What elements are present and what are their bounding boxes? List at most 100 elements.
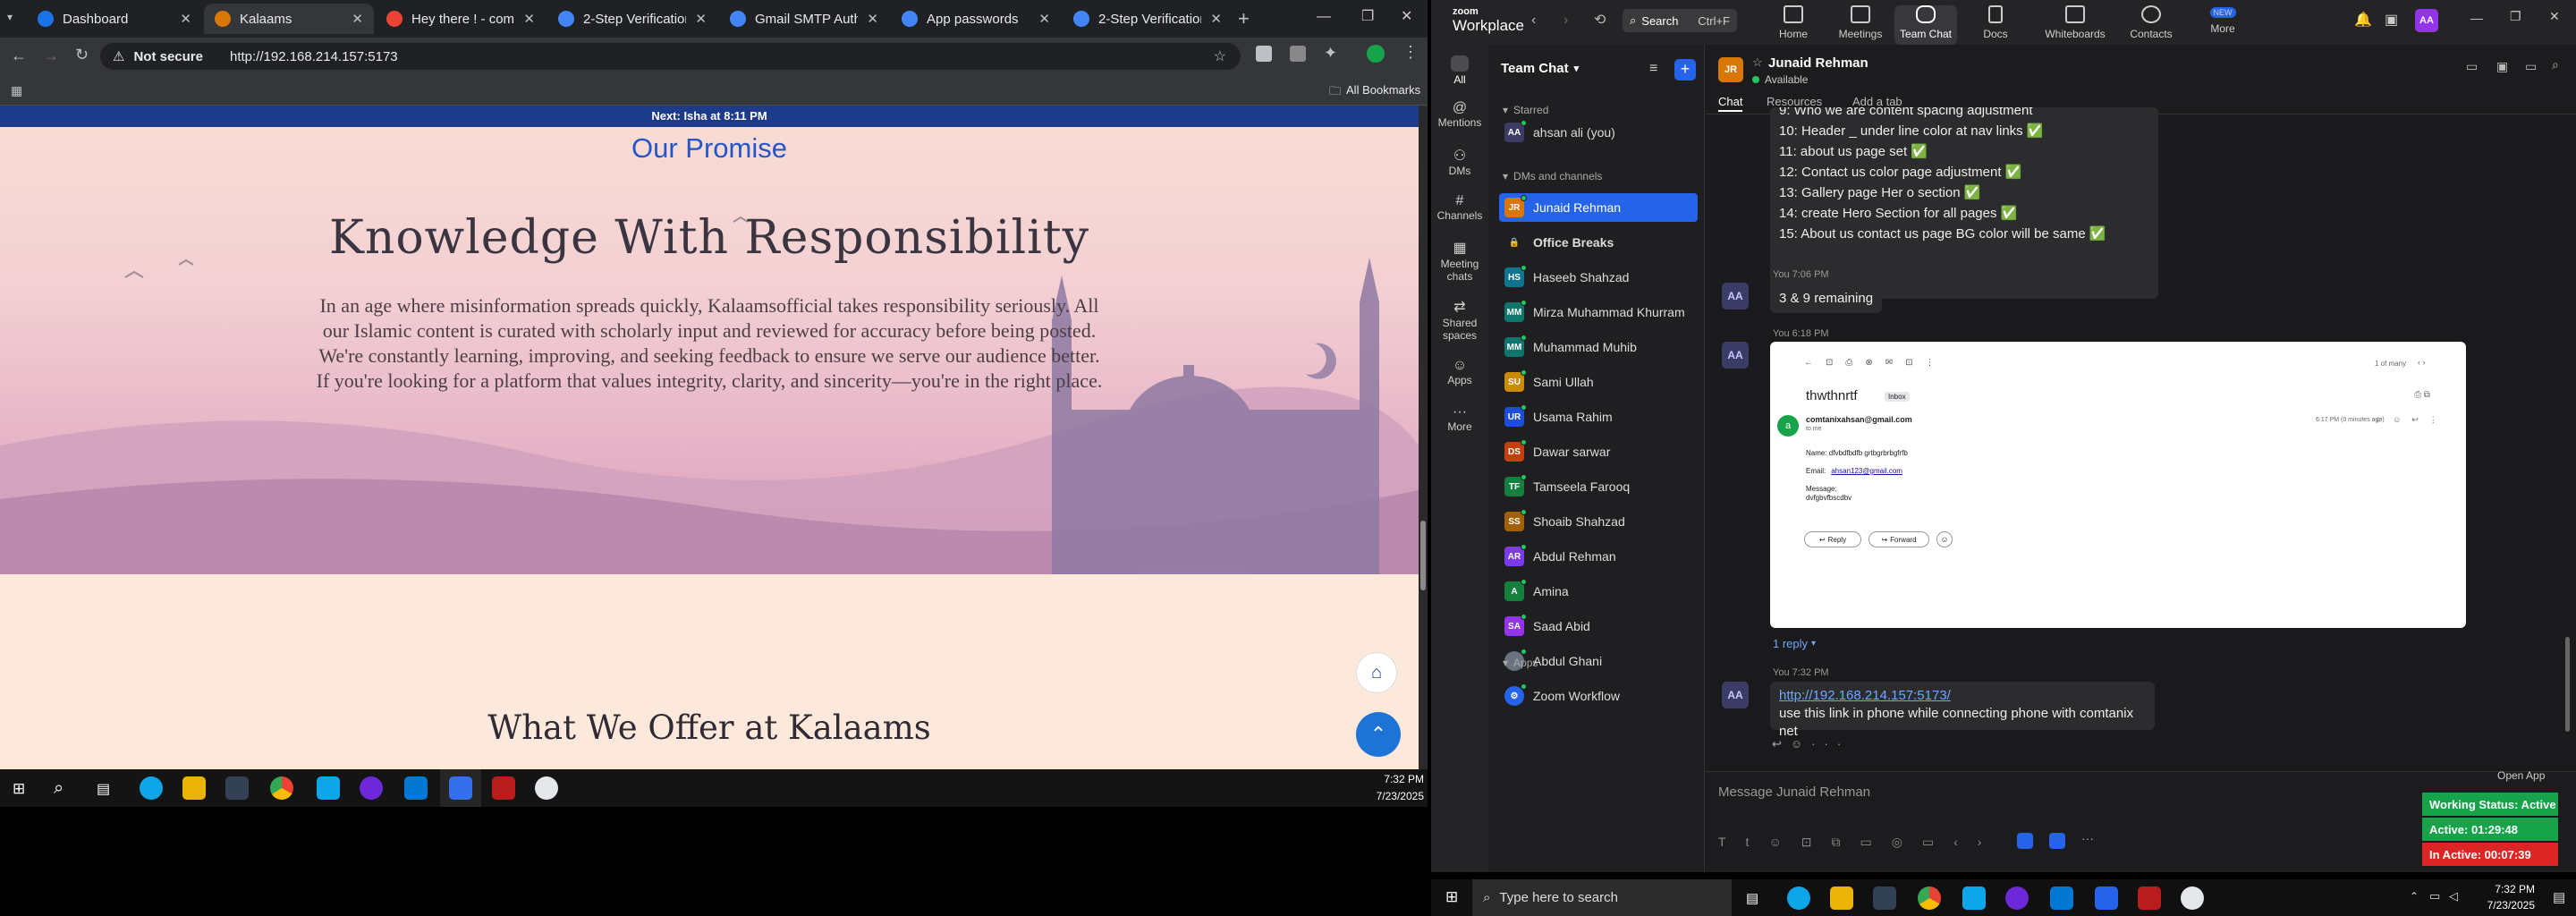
- chrome-icon[interactable]: [1918, 886, 1941, 910]
- nav-meetings[interactable]: Meetings: [1829, 5, 1892, 40]
- nav-more[interactable]: NEW More: [2191, 5, 2254, 35]
- rail-apps[interactable]: ☺ Apps: [1431, 358, 1488, 386]
- close-icon[interactable]: ✕: [523, 11, 535, 27]
- menu-kebab-icon[interactable]: ⋮: [1402, 43, 1419, 62]
- windows-start-icon[interactable]: ⊞: [1445, 888, 1458, 906]
- browser-tab-active[interactable]: Kalaams ✕: [204, 4, 374, 34]
- rail-meeting-chats[interactable]: ▦ Meeting chats: [1431, 240, 1488, 283]
- taskbar-search-box[interactable]: ⌕ Type here to search: [1472, 879, 1732, 916]
- page-scrollbar[interactable]: [1419, 106, 1428, 769]
- bookmark-star-icon[interactable]: ☆: [1214, 47, 1226, 65]
- rail-more[interactable]: ··· More: [1431, 404, 1488, 433]
- browser-tab[interactable]: Gmail SMTP Authentic ✕: [719, 4, 889, 34]
- tab-chat[interactable]: Chat: [1718, 95, 1743, 112]
- contact-item[interactable]: DS Dawar sarwar: [1499, 437, 1698, 466]
- nav-whiteboards[interactable]: Whiteboards: [2039, 5, 2111, 40]
- contact-item[interactable]: SA Saad Abid: [1499, 612, 1698, 640]
- clock-right[interactable]: 7:32 PM 7/23/2025: [2469, 881, 2535, 913]
- rail-channels[interactable]: # Channels: [1431, 193, 1488, 222]
- new-tab-button[interactable]: +: [1238, 7, 1250, 30]
- screenshot-icon[interactable]: [2017, 833, 2033, 849]
- minimize-button[interactable]: —: [1317, 9, 1331, 25]
- github-icon[interactable]: [2005, 886, 2029, 910]
- contact-item[interactable]: MM Muhammad Muhib: [1499, 333, 1698, 361]
- url-text[interactable]: http://192.168.214.157:5173: [230, 49, 398, 64]
- record-icon[interactable]: [2049, 833, 2065, 849]
- mosque-floating-button[interactable]: ⌂: [1356, 652, 1397, 693]
- github-icon[interactable]: [360, 776, 383, 800]
- close-window-button[interactable]: ✕: [1401, 7, 1412, 25]
- contact-item[interactable]: JR Junaid Rehman: [1499, 193, 1698, 222]
- replies-link[interactable]: 1 reply ▾: [1773, 637, 1816, 650]
- app-icon[interactable]: [317, 776, 340, 800]
- close-window-button[interactable]: ✕: [2549, 9, 2560, 24]
- nav-home[interactable]: Home: [1762, 5, 1825, 40]
- close-icon[interactable]: ✕: [1038, 11, 1050, 27]
- screen-icon[interactable]: ▭: [2525, 59, 2537, 74]
- minimize-button[interactable]: —: [2470, 11, 2483, 25]
- app-icon[interactable]: [492, 776, 515, 800]
- star-icon[interactable]: ☆: [1752, 55, 1763, 70]
- nav-docs[interactable]: Docs: [1964, 5, 2027, 40]
- video-icon[interactable]: ▭: [2466, 59, 2478, 74]
- rail-all[interactable]: All: [1431, 50, 1488, 91]
- windows-start-icon[interactable]: ⊞: [13, 780, 25, 798]
- compose-button[interactable]: +: [1674, 59, 1696, 81]
- maximize-button[interactable]: ❐: [2510, 9, 2521, 24]
- search-box[interactable]: ⌕ Search Ctrl+F: [1623, 9, 1737, 32]
- contact-ahsan-ali[interactable]: AA ahsan ali (you): [1499, 118, 1698, 147]
- chrome-icon[interactable]: [270, 776, 293, 800]
- clock-left[interactable]: 7:32 PM 7/23/2025: [1360, 771, 1424, 805]
- task-view-icon[interactable]: ▤: [97, 780, 110, 798]
- contact-item[interactable]: HS Haseeb Shahzad: [1499, 263, 1698, 292]
- section-apps[interactable]: ▾ Apps: [1503, 657, 1538, 669]
- chat-contact-name[interactable]: Junaid Rehman: [1768, 55, 1868, 71]
- close-icon[interactable]: ✕: [695, 11, 707, 27]
- vscode-icon[interactable]: [404, 776, 428, 800]
- forward-icon[interactable]: →: [43, 47, 59, 65]
- message-input[interactable]: Message Junaid Rehman: [1718, 785, 2434, 800]
- scrollbar-thumb[interactable]: [1420, 521, 1426, 590]
- close-icon[interactable]: ✕: [1210, 11, 1222, 27]
- contact-item[interactable]: UR Usama Rahim: [1499, 403, 1698, 431]
- contact-item[interactable]: SU Sami Ullah: [1499, 368, 1698, 396]
- scroll-to-top-button[interactable]: ⌃: [1356, 712, 1401, 757]
- message-reactions[interactable]: ↩☺···: [1772, 737, 1850, 751]
- section-dms[interactable]: ▾ DMs and channels: [1503, 170, 1602, 182]
- rail-shared-spaces[interactable]: ⇄ Shared spaces: [1431, 299, 1488, 342]
- contact-item[interactable]: AR Abdul Rehman: [1499, 542, 1698, 571]
- rail-mentions[interactable]: @ Mentions: [1431, 100, 1488, 129]
- app-icon[interactable]: [1962, 886, 1986, 910]
- vscode-icon[interactable]: [2050, 886, 2073, 910]
- link-message[interactable]: http://192.168.214.157:5173/ use this li…: [1770, 682, 2155, 739]
- app-icon[interactable]: [2138, 886, 2161, 910]
- contact-item[interactable]: 🔒 Office Breaks: [1499, 228, 1698, 257]
- compose-toolbar[interactable]: Tt☺⊡⧉▭◎▭‹›: [1718, 835, 2001, 850]
- nav-contacts[interactable]: Contacts: [2120, 5, 2182, 40]
- browser-tab[interactable]: 2-Step Verification ✕: [1063, 4, 1233, 34]
- extension-icon[interactable]: [1290, 46, 1306, 62]
- back-icon[interactable]: ‹: [1531, 13, 1536, 29]
- chat-scrollbar-thumb[interactable]: [2565, 637, 2570, 732]
- app-icon[interactable]: [535, 776, 558, 800]
- section-starred[interactable]: ▾ Starred: [1503, 104, 1548, 116]
- notification-center-icon[interactable]: ▤: [2553, 889, 2565, 905]
- reload-icon[interactable]: ↻: [75, 46, 89, 64]
- close-icon[interactable]: ✕: [352, 11, 363, 27]
- maximize-button[interactable]: ❐: [1361, 7, 1374, 25]
- search-icon[interactable]: ⌕: [54, 778, 64, 799]
- browser-tab[interactable]: 2-Step Verification ✕: [547, 4, 717, 34]
- task-view-icon[interactable]: ▤: [1746, 890, 1758, 906]
- notifications-icon[interactable]: 🔔: [2354, 11, 2372, 29]
- team-chat-title[interactable]: Team Chat ▾: [1501, 61, 1579, 76]
- zoom-icon[interactable]: [2095, 886, 2118, 910]
- contact-item[interactable]: SS Shoaib Shahzad: [1499, 507, 1698, 536]
- message-bubble[interactable]: 3 & 9 remaining: [1770, 283, 1883, 313]
- browser-tab[interactable]: Dashboard ✕: [27, 4, 202, 34]
- store-icon[interactable]: [225, 776, 249, 800]
- search-icon[interactable]: ⌕: [2552, 57, 2559, 72]
- message-link[interactable]: http://192.168.214.157:5173/: [1779, 687, 2146, 705]
- file-explorer-icon[interactable]: [1830, 886, 1853, 910]
- contact-item[interactable]: TF Tamseela Farooq: [1499, 472, 1698, 501]
- history-icon[interactable]: ⟲: [1594, 11, 1606, 29]
